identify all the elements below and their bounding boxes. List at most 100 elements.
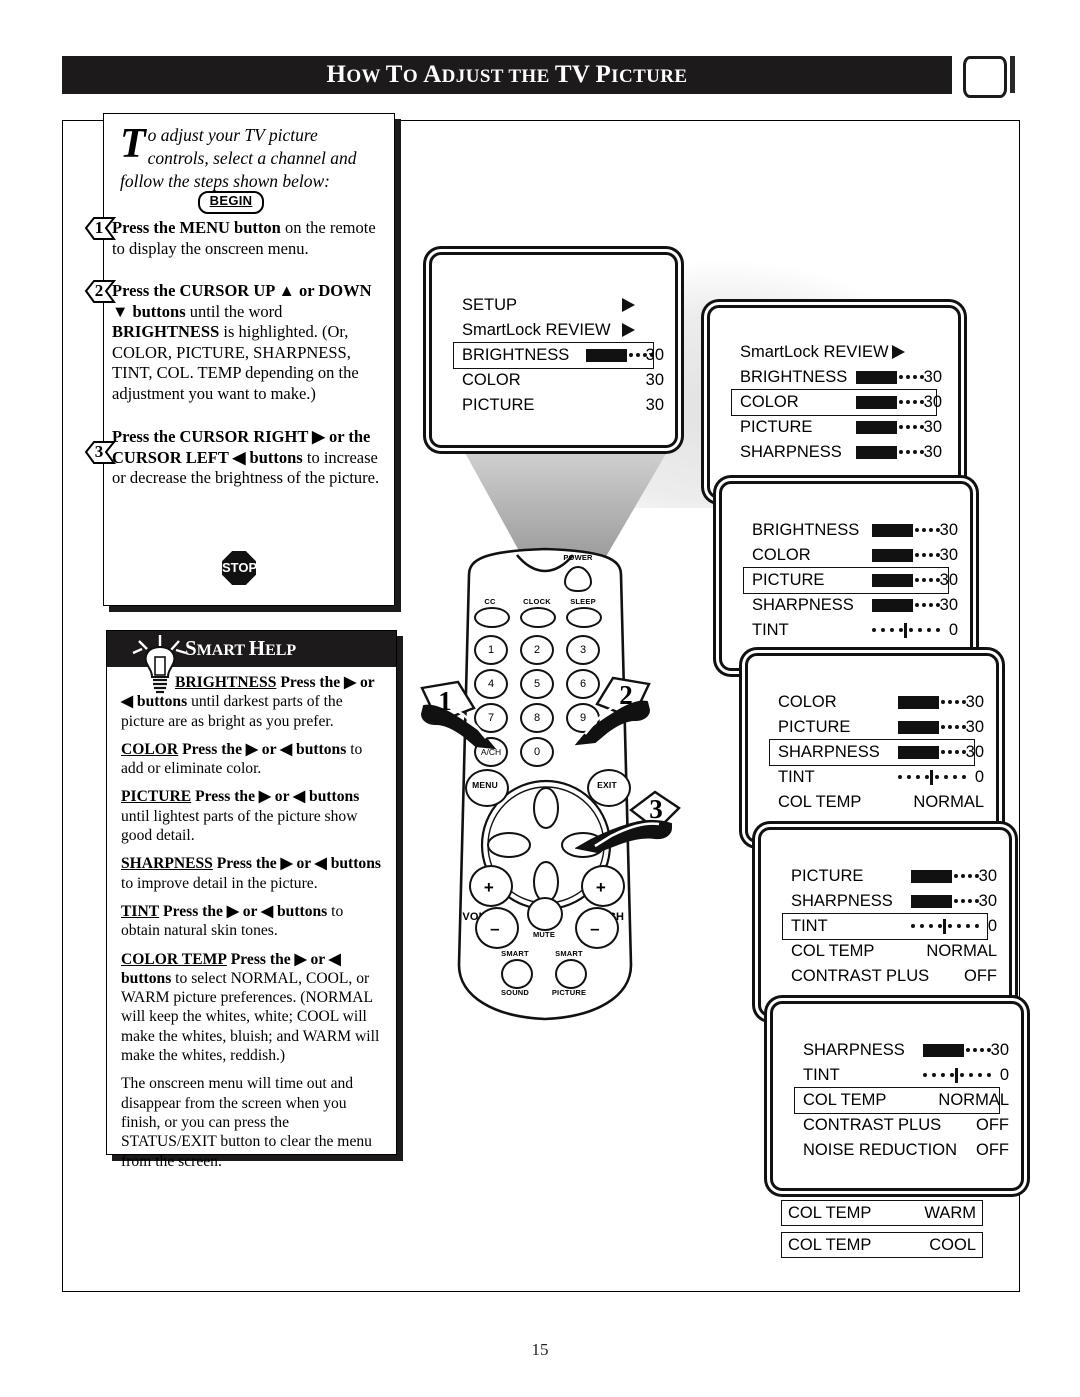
smart-help-title: SMART HELP — [185, 636, 297, 660]
slider-fill — [586, 349, 627, 362]
coltemp-box-cool: COL TEMP COOL — [781, 1232, 983, 1258]
slider-fill — [856, 421, 897, 434]
menu-row-value: 0 — [999, 1066, 1009, 1084]
menu-screen-6: SHARPNESS 30 TINT 0 COL TEMP NORMAL CONTRAST P… — [770, 1001, 1024, 1191]
menu-screen-3-row-color[interactable]: COLOR 30 — [744, 543, 958, 568]
smart-picture-bottom-label: PICTURE — [551, 988, 587, 997]
mute-button[interactable] — [527, 897, 563, 931]
tv-icon-side-bar — [1010, 56, 1015, 93]
remote-control: POWER CC CLOCK SLEEP 1 2 3 4 5 6 7 8 9 A/CH 0 MENU… — [455, 545, 635, 1025]
smart-help-paragraph-1: COLOR Press the ▶ or ◀ buttons to add or… — [121, 740, 363, 778]
tint-track-left — [923, 1073, 954, 1082]
menu-screen-5-row-tint[interactable]: TINT 0 — [782, 913, 997, 940]
slider-fill — [923, 1044, 964, 1057]
menu-screen-4-row-col-temp[interactable]: COL TEMP NORMAL — [770, 790, 984, 815]
menu-screen-1-row-picture[interactable]: PICTURE 30 — [454, 393, 664, 418]
numpad-key-2[interactable]: 2 — [520, 635, 554, 665]
slider-fill — [911, 870, 952, 883]
menu-row-label: TINT — [752, 621, 789, 639]
menu-row-value: 30 — [939, 546, 958, 564]
tint-track-left — [872, 628, 903, 637]
smart-help-paragraph-6: The onscreen menu will time out and disa… — [121, 1075, 372, 1170]
smart-sound-button[interactable] — [501, 959, 533, 989]
clock-button[interactable] — [520, 607, 556, 628]
menu-row-label: COLOR — [462, 371, 521, 389]
menu-screen-3-row-picture[interactable]: PICTURE 30 — [743, 567, 958, 594]
menu-screen-3-row-sharpness[interactable]: SHARPNESS 30 — [744, 593, 958, 618]
menu-row-value: NORMAL — [938, 1091, 1009, 1109]
channel-up-label: + — [595, 878, 607, 897]
cursor-up-button — [533, 787, 559, 829]
pointer-3-number: 3 — [649, 794, 663, 824]
menu-row-label: PICTURE — [740, 418, 813, 436]
menu-screen-2-row-sharpness[interactable]: SHARPNESS 30 — [732, 440, 942, 465]
menu-screen-1-row-color[interactable]: COLOR 30 — [454, 368, 664, 393]
menu-screen-2-row-color[interactable]: COLOR 30 — [731, 389, 942, 416]
menu-screen-3-row-tint[interactable]: TINT 0 — [744, 618, 958, 643]
power-button[interactable] — [563, 565, 593, 593]
menu-row-label: SETUP — [462, 296, 518, 314]
sleep-button[interactable] — [566, 607, 602, 628]
menu-row-label: PICTURE — [462, 396, 535, 414]
menu-screen-2-row-brightness[interactable]: BRIGHTNESS 30 — [732, 365, 942, 390]
smart-help-paragraph-4: TINT Press the ▶ or ◀ buttons to obtain … — [121, 902, 344, 940]
slider-fill — [856, 371, 897, 384]
pointer-2-number: 2 — [619, 680, 633, 710]
slider-fill — [872, 524, 913, 537]
menu-row-value: 30 — [965, 718, 984, 736]
tint-center-marker — [943, 919, 946, 934]
menu-screen-4-row-tint[interactable]: TINT 0 — [770, 765, 984, 790]
smart-help-box: SMART HELP BRIGHTNESS Press the ▶ or ◀ b… — [106, 630, 397, 1170]
menu-screen-6-row-tint[interactable]: TINT 0 — [795, 1063, 1009, 1088]
intro-dropcap: T — [120, 121, 146, 167]
menu-screen-5-row-sharpness[interactable]: SHARPNESS 30 — [783, 889, 997, 914]
menu-screen-6-row-col-temp[interactable]: COL TEMP NORMAL — [794, 1087, 1009, 1114]
tint-center-marker — [904, 623, 907, 638]
menu-screen-6-row-contrast-plus[interactable]: CONTRAST PLUS OFF — [795, 1113, 1009, 1138]
step-2-text: Press the CURSOR UP ▲ or DOWN ▼ buttons … — [112, 281, 372, 403]
smart-help-paragraph-3: SHARPNESS Press the ▶ or ◀ buttons to im… — [121, 855, 381, 892]
menu-row-label: TINT — [803, 1066, 840, 1084]
menu-screen-2-row-smartlock-review[interactable]: SmartLock REVIEW — [732, 340, 936, 365]
smart-help-paragraph-2: PICTURE Press the ▶ or ◀ buttons until l… — [121, 788, 360, 845]
menu-screen-5-row-contrast-plus[interactable]: CONTRAST PLUS OFF — [783, 964, 997, 989]
slider-fill — [872, 549, 913, 562]
menu-screen-4-row-picture[interactable]: PICTURE 30 — [770, 715, 984, 740]
step-number-1: 1 — [84, 216, 116, 240]
menu-screen-2-row-picture[interactable]: PICTURE 30 — [732, 415, 942, 440]
channel-down-label: – — [590, 919, 600, 938]
menu-screen-5-row-col-temp[interactable]: COL TEMP NORMAL — [783, 939, 997, 964]
menu-row-value: 30 — [939, 571, 958, 589]
tint-track-left — [911, 924, 942, 933]
menu-screen-1-row-smartlock-review[interactable]: SmartLock REVIEW — [454, 318, 653, 343]
numpad-key-1[interactable]: 1 — [474, 635, 508, 665]
step-3-text: Press the CURSOR RIGHT ▶ or the CURSOR L… — [112, 427, 380, 487]
menu-screen-4-row-sharpness[interactable]: SHARPNESS 30 — [769, 739, 984, 766]
smart-picture-button[interactable] — [555, 959, 587, 989]
mute-label: MUTE — [532, 930, 556, 939]
numpad-key-3[interactable]: 3 — [566, 635, 600, 665]
menu-row-label: PICTURE — [778, 718, 851, 736]
menu-row-value: 30 — [978, 867, 997, 885]
tv-screen-icon — [963, 56, 1007, 98]
smart-help-body: BRIGHTNESS Press the ▶ or ◀ buttons unti… — [121, 673, 383, 1180]
menu-screen-1-row-brightness[interactable]: BRIGHTNESS 30 — [453, 342, 664, 369]
menu-screen-3: BRIGHTNESS 30 COLOR 30 PICTURE 30 SHARPNESS 30 T… — [719, 481, 973, 671]
menu-row-label: SmartLock REVIEW — [462, 321, 611, 339]
menu-screen-4-row-color[interactable]: COLOR 30 — [770, 690, 984, 715]
cc-button[interactable] — [474, 607, 510, 628]
menu-screen-6-row-sharpness[interactable]: SHARPNESS 30 — [795, 1038, 1009, 1063]
pointer-1-number: 1 — [438, 686, 452, 716]
pointer-hand-2: 2 — [545, 676, 655, 761]
menu-screen-5-row-picture[interactable]: PICTURE 30 — [783, 864, 997, 889]
menu-screen-3-row-brightness[interactable]: BRIGHTNESS 30 — [744, 518, 958, 543]
menu-screen-1-row-setup[interactable]: SETUP — [454, 293, 653, 318]
menu-row-value: 30 — [645, 346, 664, 364]
cc-label: CC — [484, 597, 496, 606]
submenu-arrow-icon — [892, 345, 905, 359]
menu-screen-6-row-noise-reduction[interactable]: NOISE REDUCTION OFF — [795, 1138, 1009, 1163]
menu-row-label: COL TEMP — [803, 1091, 887, 1109]
menu-row-label: COLOR — [778, 693, 837, 711]
power-label: POWER — [563, 553, 593, 562]
menu-row-value: 30 — [923, 418, 942, 436]
